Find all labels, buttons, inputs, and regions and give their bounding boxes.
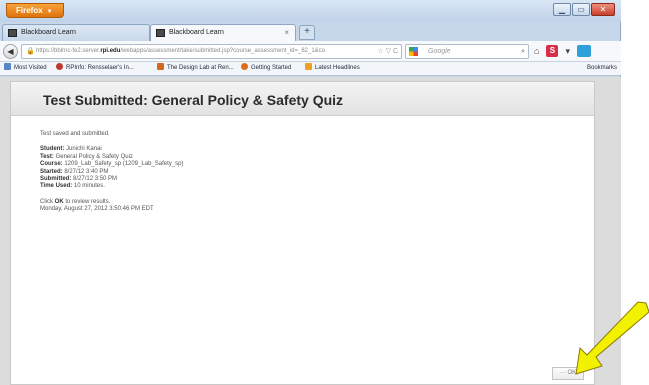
tab-strip: Blackboard Learn Blackboard Learn × + — [0, 22, 621, 41]
url-suffix: /webapps/assessment/take/submitted.jsp?c… — [120, 48, 326, 54]
detail-course: Course: 1209_Lab_Safety_sp (1209_Lab_Saf… — [40, 161, 183, 168]
page-content: Test Submitted: General Policy & Safety … — [0, 77, 621, 385]
detail-value: 8/27/12 3:50 PM — [73, 176, 118, 183]
detail-label: Test: — [40, 153, 54, 160]
design-lab-icon — [157, 63, 164, 70]
instruction-text: Click — [40, 198, 53, 205]
search-placeholder: Google — [428, 48, 451, 55]
google-logo-icon — [409, 47, 418, 56]
tab-label: Blackboard Learn — [169, 29, 224, 36]
toolbar-icons: ⌂ S ▾ — [534, 45, 591, 57]
rpi-icon — [56, 63, 63, 70]
detail-value: 10 minutes. — [73, 183, 105, 190]
search-icon[interactable]: ⌕ — [521, 45, 525, 58]
bookmark-label: Latest Headlines — [315, 65, 360, 71]
tab-label: Blackboard Learn — [21, 29, 76, 36]
bookmark-getting-started[interactable]: Getting Started — [241, 62, 291, 75]
bookmark-rpinfo[interactable]: RPInfo: Rensselaer's In... — [56, 62, 134, 75]
detail-submitted: Submitted: 8/27/12 3:50 PM — [40, 176, 183, 183]
detail-label: Course: — [40, 161, 63, 168]
detail-value: 8/27/12 3:40 PM — [64, 168, 109, 175]
firefox-menu-button[interactable]: Firefox ▼ — [6, 3, 64, 18]
tab-blackboard-1[interactable]: Blackboard Learn — [2, 24, 150, 41]
firefox-icon — [241, 63, 248, 70]
detail-label: Started: — [40, 168, 63, 175]
addon-s-icon[interactable]: S — [546, 45, 559, 57]
bookmark-latest-headlines[interactable]: Latest Headlines — [305, 62, 360, 75]
detail-test: Test: General Policy & Safety Quiz — [40, 154, 183, 161]
navigation-bar: ◀ 🔒 https://bblrnc-fe2.server.rpi.edu/web… — [0, 41, 621, 62]
annotation-arrow-icon — [575, 301, 649, 375]
firefox-menu-label: Firefox — [16, 6, 43, 15]
browser-window: Firefox ▼ ▁ ▭ ✕ Blackboard Learn Blackboa… — [0, 0, 621, 385]
bookmark-design-lab[interactable]: The Design Lab at Ren... — [157, 62, 234, 75]
dropdown-icon[interactable]: ▾ — [565, 45, 570, 57]
submission-panel: Test Submitted: General Policy & Safety … — [10, 81, 595, 385]
status-message: Test saved and submitted. — [40, 131, 110, 137]
bookmark-icon — [4, 63, 11, 70]
url-domain: rpi.edu — [100, 48, 121, 54]
detail-student: Student: Junichi Kanai — [40, 146, 183, 153]
back-arrow-icon[interactable]: ◀ — [3, 44, 18, 59]
bookmarks-toolbar: Most Visited RPInfo: Rensselaer's In... … — [0, 62, 621, 76]
tab-blackboard-2[interactable]: Blackboard Learn × — [150, 24, 296, 41]
close-window-icon[interactable]: ✕ — [591, 3, 615, 16]
search-input[interactable]: Google ⌕ — [405, 44, 529, 59]
lock-icon: 🔒 — [26, 48, 35, 55]
rss-icon — [305, 63, 312, 70]
detail-time-used: Time Used: 10 minutes. — [40, 183, 183, 190]
home-icon[interactable]: ⌂ — [534, 45, 539, 57]
bookmark-label: RPInfo: Rensselaer's In... — [66, 65, 134, 71]
arrow-shape — [575, 301, 649, 375]
title-bar: Firefox ▼ ▁ ▭ ✕ — [0, 0, 621, 22]
bookmark-label: The Design Lab at Ren... — [167, 65, 234, 71]
detail-label: Submitted: — [40, 176, 72, 183]
detail-value: 1209_Lab_Safety_sp (1209_Lab_Safety_sp) — [64, 161, 184, 168]
new-tab-button[interactable]: + — [299, 25, 315, 40]
detail-value: Junichi Kanai — [66, 146, 102, 153]
maximize-icon[interactable]: ▭ — [572, 3, 590, 16]
url-prefix: https://bblrnc-fe2.server. — [36, 48, 101, 54]
review-instruction: Click OK to review results. — [40, 199, 183, 206]
detail-label: Time Used: — [40, 183, 73, 190]
reload-star-icons[interactable]: ☆ ▽ C — [375, 45, 398, 58]
detail-started: Started: 8/27/12 3:40 PM — [40, 169, 183, 176]
addon-p-icon[interactable] — [576, 45, 591, 57]
bookmarks-menu-button[interactable]: Bookmarks — [587, 62, 617, 75]
chevron-down-icon: ▼ — [46, 9, 53, 15]
detail-label: Student: — [40, 146, 65, 153]
blackboard-favicon-icon — [8, 29, 17, 37]
submission-details: Test saved and submitted. Student: Junic… — [40, 131, 183, 214]
close-tab-icon[interactable]: × — [284, 25, 289, 40]
timestamp: Monday, August 27, 2012 3:50:46 PM EDT — [40, 206, 154, 213]
window-controls: ▁ ▭ ✕ — [553, 3, 615, 16]
instruction-ok: OK — [54, 198, 64, 205]
bookmark-most-visited[interactable]: Most Visited — [4, 62, 47, 75]
blackboard-favicon-icon — [156, 29, 165, 37]
detail-value: General Policy & Safety Quiz — [55, 153, 133, 160]
page-title: Test Submitted: General Policy & Safety … — [43, 92, 344, 108]
bookmark-label: Most Visited — [14, 65, 47, 71]
bookmark-label: Getting Started — [251, 65, 292, 71]
minimize-icon[interactable]: ▁ — [553, 3, 571, 16]
bookmarks-menu-label: Bookmarks — [586, 65, 617, 71]
instruction-text: to review results. — [65, 198, 111, 205]
address-bar[interactable]: 🔒 https://bblrnc-fe2.server.rpi.edu/webap… — [21, 44, 402, 59]
